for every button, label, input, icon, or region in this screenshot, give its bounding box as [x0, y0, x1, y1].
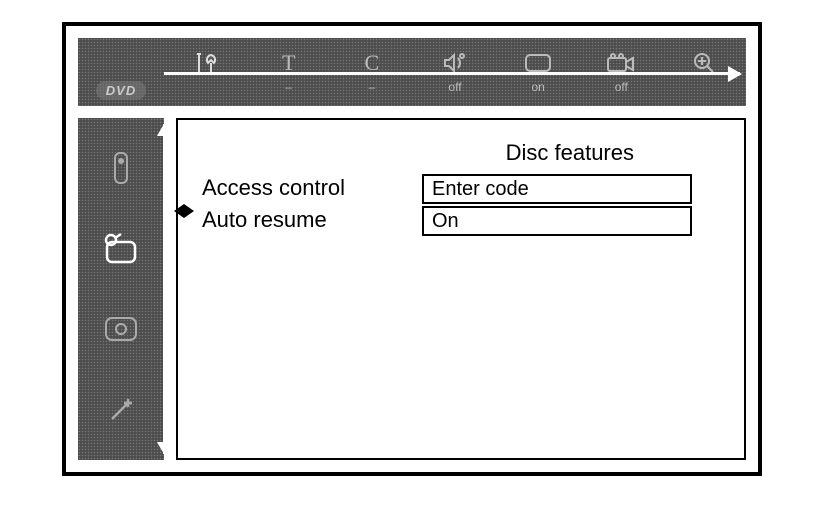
toolbar-item-value: off	[448, 80, 461, 94]
toolbar-item-value: off	[615, 80, 628, 94]
content-body: Disc features Access control Enter code …	[78, 118, 746, 460]
sidebar-item-disc-features[interactable]	[101, 229, 141, 269]
settings-panel: Disc features Access control Enter code …	[176, 118, 746, 460]
sidebar-item-install[interactable]	[101, 390, 141, 430]
remote-icon	[110, 151, 132, 185]
setting-label: Auto resume	[202, 207, 422, 233]
setting-value[interactable]: On	[422, 206, 692, 236]
wand-icon	[106, 395, 136, 425]
top-toolbar: DVD T – C –	[78, 38, 746, 106]
panel-title: Disc features	[202, 140, 724, 166]
toolbar-item-value: –	[285, 80, 292, 94]
left-right-arrow-icon	[178, 202, 192, 220]
tv-icon	[101, 232, 141, 266]
setting-row-auto-resume[interactable]: Auto resume On	[202, 204, 724, 236]
sidebar-item-remote[interactable]	[101, 148, 141, 188]
setting-row-access-control[interactable]: Access control Enter code	[202, 172, 724, 204]
setting-label: Access control	[202, 175, 422, 201]
setting-value[interactable]: Enter code	[422, 174, 692, 204]
sidebar-item-record[interactable]	[101, 309, 141, 349]
record-icon	[104, 316, 138, 342]
dvd-badge: DVD	[96, 81, 146, 100]
settings-window: DVD T – C –	[62, 22, 762, 476]
mode-indicator: DVD	[78, 38, 164, 106]
category-sidebar	[78, 118, 164, 460]
toolbar-item-value: on	[531, 80, 544, 94]
toolbar-item-value: –	[369, 80, 376, 94]
vertical-nav-arrow	[163, 124, 166, 454]
horizontal-nav-arrow	[164, 72, 740, 75]
